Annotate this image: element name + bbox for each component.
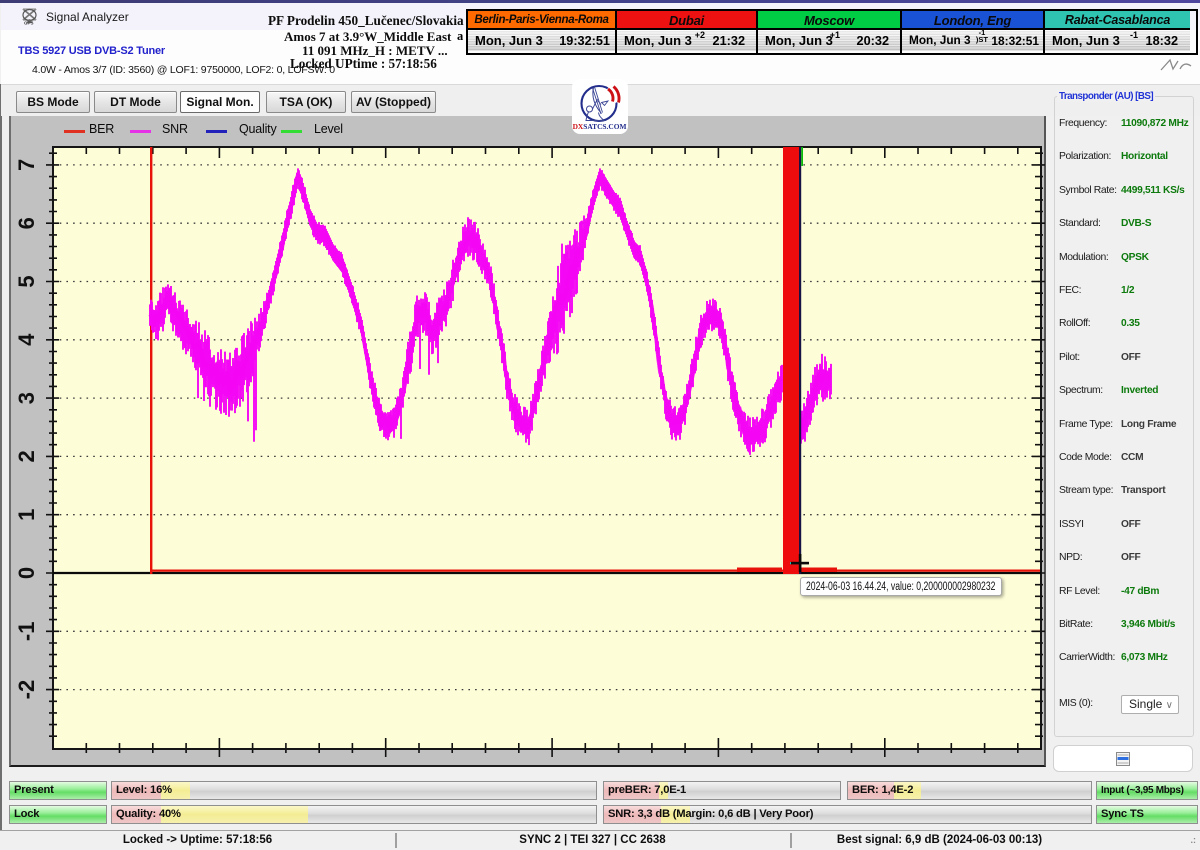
svg-text:GPS: GPS: [24, 21, 34, 26]
svg-text:-1: -1: [14, 622, 39, 642]
svg-text:3: 3: [14, 392, 39, 404]
svg-text:-2: -2: [14, 680, 39, 700]
svg-text:4: 4: [14, 333, 39, 346]
svg-text:7: 7: [14, 159, 39, 171]
svg-text:DXSATCS.COM: DXSATCS.COM: [573, 122, 627, 131]
svg-text:6: 6: [14, 217, 39, 229]
svg-text:5: 5: [14, 275, 39, 287]
svg-text:0: 0: [14, 567, 39, 579]
svg-text:2: 2: [14, 450, 39, 462]
svg-text:1: 1: [14, 509, 39, 521]
